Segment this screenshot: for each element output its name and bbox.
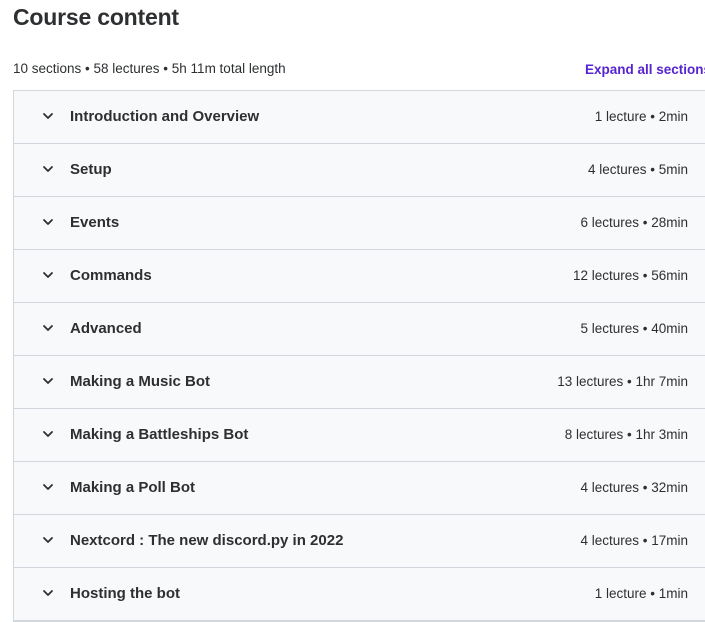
course-sections-list: Introduction and Overview 1 lecture • 2m… (13, 90, 705, 622)
section-row[interactable]: Advanced 5 lectures • 40min (14, 303, 705, 356)
chevron-down-icon (41, 268, 55, 282)
section-meta: 4 lectures • 32min (580, 480, 688, 495)
section-meta: 1 lecture • 1min (594, 586, 688, 601)
section-row[interactable]: Nextcord : The new discord.py in 2022 4 … (14, 515, 705, 568)
section-title: Events (70, 214, 120, 231)
section-meta: 1 lecture • 2min (594, 109, 688, 124)
section-title: Introduction and Overview (70, 108, 260, 125)
section-title: Advanced (70, 320, 142, 337)
chevron-down-icon (41, 586, 55, 600)
section-title: Commands (70, 267, 152, 284)
course-meta-row: 10 sections • 58 lectures • 5h 11m total… (13, 61, 705, 79)
section-title: Nextcord : The new discord.py in 2022 (70, 532, 344, 549)
section-meta: 4 lectures • 5min (587, 162, 688, 177)
section-title: Hosting the bot (70, 585, 180, 602)
section-row[interactable]: Making a Music Bot 13 lectures • 1hr 7mi… (14, 356, 705, 409)
section-title: Making a Music Bot (70, 373, 211, 390)
section-meta: 13 lectures • 1hr 7min (557, 374, 688, 389)
section-row[interactable]: Hosting the bot 1 lecture • 1min (14, 568, 705, 621)
chevron-down-icon (41, 374, 55, 388)
expand-all-sections-button[interactable]: Expand all sections (585, 62, 705, 77)
section-meta: 6 lectures • 28min (580, 215, 688, 230)
section-row[interactable]: Events 6 lectures • 28min (14, 197, 705, 250)
chevron-down-icon (41, 427, 55, 441)
section-meta: 8 lectures • 1hr 3min (564, 427, 688, 442)
section-row[interactable]: Making a Poll Bot 4 lectures • 32min (14, 462, 705, 515)
chevron-down-icon (41, 480, 55, 494)
page-title: Course content (13, 4, 179, 30)
section-row[interactable]: Commands 12 lectures • 56min (14, 250, 705, 303)
chevron-down-icon (41, 321, 55, 335)
section-row[interactable]: Making a Battleships Bot 8 lectures • 1h… (14, 409, 705, 462)
section-row[interactable]: Introduction and Overview 1 lecture • 2m… (14, 91, 705, 144)
chevron-down-icon (41, 109, 55, 123)
section-row[interactable]: Setup 4 lectures • 5min (14, 144, 705, 197)
chevron-down-icon (41, 533, 55, 547)
section-title: Setup (70, 161, 112, 178)
section-meta: 12 lectures • 56min (572, 268, 688, 283)
course-summary: 10 sections • 58 lectures • 5h 11m total… (13, 61, 286, 76)
chevron-down-icon (41, 215, 55, 229)
chevron-down-icon (41, 162, 55, 176)
section-title: Making a Poll Bot (70, 479, 196, 496)
section-meta: 5 lectures • 40min (580, 321, 688, 336)
section-meta: 4 lectures • 17min (580, 533, 688, 548)
section-title: Making a Battleships Bot (70, 426, 249, 443)
